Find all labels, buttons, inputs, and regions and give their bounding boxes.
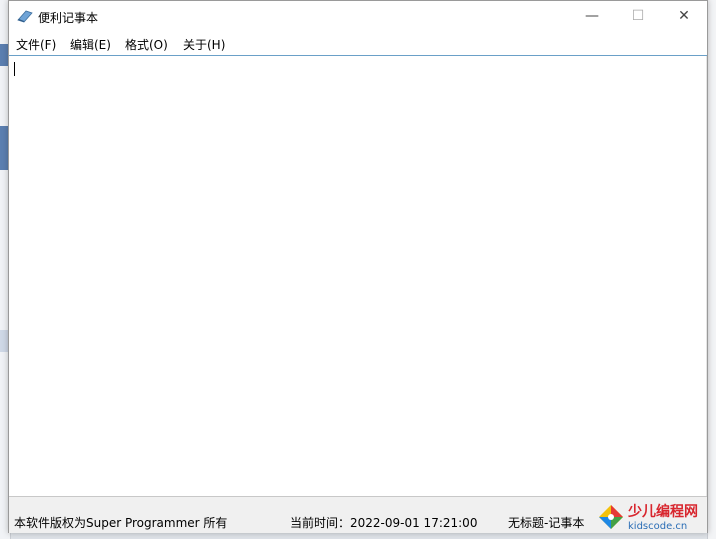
menu-format[interactable]: 格式(O) (125, 36, 168, 53)
status-copyright: 本软件版权为Super Programmer 所有 (14, 516, 228, 530)
title-bar[interactable]: 便利记事本 — ☐ ✕ (9, 1, 707, 31)
text-caret (14, 62, 15, 76)
menu-bar: 文件(F) 编辑(E) 格式(O) 关于(H) (9, 31, 707, 56)
maximize-button[interactable]: ☐ (615, 1, 661, 31)
text-editor[interactable] (9, 56, 707, 497)
window-title: 便利记事本 (38, 11, 99, 25)
watermark-logo: 少儿编程网 kidscode.cn (596, 497, 716, 539)
minimize-button[interactable]: — (569, 1, 615, 31)
menu-about[interactable]: 关于(H) (183, 36, 225, 53)
close-button[interactable]: ✕ (661, 1, 707, 31)
menu-file[interactable]: 文件(F) (16, 36, 56, 53)
notepad-window: 便利记事本 — ☐ ✕ 文件(F) 编辑(E) 格式(O) 关于(H) 本软件版… (8, 0, 708, 533)
background-window-right (707, 0, 716, 539)
status-time: 当前时间：2022-09-01 17:21:00 (290, 516, 478, 530)
kidscode-logo-icon (596, 503, 626, 533)
watermark-title: 少儿编程网 (628, 504, 698, 520)
notepad-icon (17, 9, 33, 23)
editor-edge (706, 56, 707, 496)
menu-edit[interactable]: 编辑(E) (70, 36, 111, 53)
watermark-url: kidscode.cn (628, 521, 688, 532)
status-doc-title: 无标题-记事本 (508, 516, 585, 530)
